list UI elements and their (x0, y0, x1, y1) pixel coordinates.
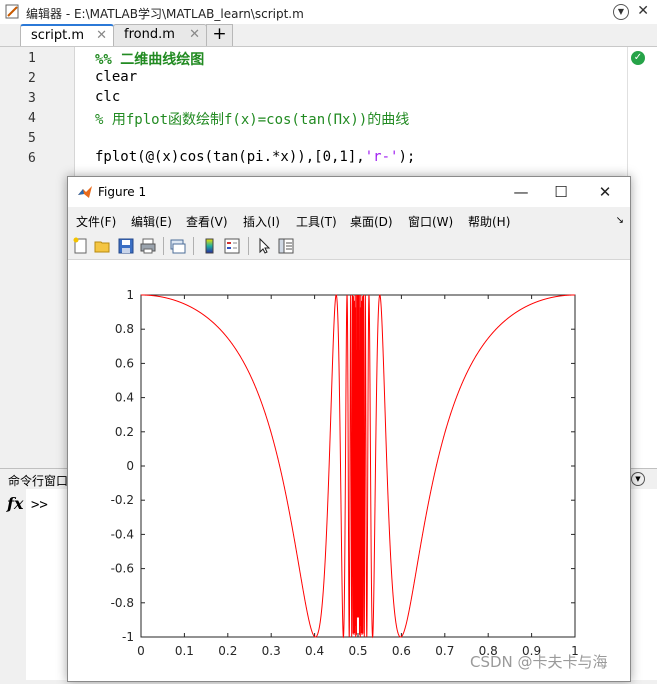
editor-close-icon[interactable]: ✕ (637, 3, 649, 19)
code-line-4[interactable]: % 用fplot函数绘制f(x)=cos(tan(Πx))的曲线 (95, 109, 409, 129)
line-number: 5 (28, 131, 36, 146)
close-button[interactable]: ✕ (592, 181, 618, 203)
editor-app-icon (5, 4, 19, 19)
y-tick-label: 0.6 (115, 356, 134, 370)
maximize-button[interactable]: ☐ (548, 181, 574, 203)
save-icon[interactable] (117, 237, 135, 255)
line-number-gutter: 1 2 3 4 5 6 (0, 47, 75, 469)
x-tick-label: 0.3 (262, 644, 281, 658)
print-icon[interactable] (139, 237, 157, 255)
tab-frond[interactable]: frond.m ✕ (113, 24, 207, 46)
function-browser-icon[interactable]: fx (7, 494, 23, 513)
x-tick-label: 0.4 (305, 644, 324, 658)
new-figure-icon[interactable] (72, 237, 90, 255)
edit-plot-cursor-icon[interactable] (256, 237, 274, 255)
code-line-2[interactable]: clear (95, 69, 137, 85)
figure-menubar: 文件(F) 编辑(E) 查看(V) 插入(I) 工具(T) 桌面(D) 窗口(W… (68, 207, 630, 233)
code-fplot-call: fplot(@(x)cos(tan(pi.*x)),[0,1], (95, 149, 365, 165)
editor-options-icon[interactable]: ▼ (613, 4, 629, 20)
line-number: 4 (28, 111, 36, 126)
tab-script[interactable]: script.m ✕ (20, 24, 114, 48)
code-line-end: ); (398, 149, 416, 165)
code-string-literal: 'r-' (364, 149, 399, 165)
x-tick-label: 0.2 (218, 644, 237, 658)
matlab-logo-icon (78, 186, 92, 198)
x-tick-label: 0.6 (392, 644, 411, 658)
x-tick-label: 0 (137, 644, 145, 658)
minimize-button[interactable]: — (508, 181, 534, 203)
menu-insert[interactable]: 插入(I) (243, 213, 280, 230)
command-window-options-icon[interactable]: ▼ (631, 472, 645, 486)
figure-titlebar[interactable]: Figure 1 — ☐ ✕ (68, 177, 630, 207)
figure-title: Figure 1 (98, 185, 147, 199)
toolbar-separator (248, 237, 249, 255)
menu-tools[interactable]: 工具(T) (296, 213, 337, 230)
figure-window[interactable]: Figure 1 — ☐ ✕ 文件(F) 编辑(E) 查看(V) 插入(I) 工… (67, 176, 631, 682)
menu-help[interactable]: 帮助(H) (468, 213, 510, 230)
property-inspector-icon[interactable] (277, 237, 295, 255)
tab-frond-label: frond.m (124, 27, 175, 42)
legend-icon[interactable] (223, 237, 241, 255)
code-analyzer-ok-icon[interactable]: ✓ (631, 51, 645, 65)
command-window-title: 命令行窗口 (8, 474, 69, 488)
plot-area[interactable]: 0 0.1 0.2 0.3 0.4 0.5 0.6 0.7 0.8 0.9 1 -1-0.8-0.6… (68, 260, 630, 681)
menu-desktop[interactable]: 桌面(D) (350, 213, 393, 230)
fx-column: fx (0, 489, 26, 680)
y-tick-label: -1 (122, 630, 134, 644)
tab-script-label: script.m (31, 28, 85, 43)
y-tick-label: 1 (126, 288, 134, 302)
line-number: 1 (28, 51, 36, 66)
menu-window[interactable]: 窗口(W) (408, 213, 453, 230)
link-plot-icon[interactable] (169, 237, 187, 255)
watermark: CSDN @卡夫卡与海 (470, 653, 608, 671)
figure-canvas[interactable]: 0 0.1 0.2 0.3 0.4 0.5 0.6 0.7 0.8 0.9 1 -1 -0.8 -0.6… (68, 260, 630, 681)
toolbar-separator (193, 237, 194, 255)
editor-titlebar: 编辑器 - E:\MATLAB学习\MATLAB_learn\script.m … (0, 0, 657, 25)
y-tick-label: 0 (126, 459, 134, 473)
menu-view[interactable]: 查看(V) (186, 213, 228, 230)
y-tick-label: -0.4 (111, 527, 134, 541)
line-number: 3 (28, 91, 36, 106)
code-line-6[interactable]: fplot(@(x)cos(tan(pi.*x)),[0,1],'r-'); (95, 149, 415, 165)
menu-overflow-icon[interactable]: ↘ (616, 215, 624, 226)
y-tick-label: 0.8 (115, 322, 134, 336)
code-line-3[interactable]: clc (95, 89, 120, 105)
y-tick-label: -0.8 (111, 596, 134, 610)
menu-edit[interactable]: 编辑(E) (131, 213, 172, 230)
x-tick-label: 0.1 (175, 644, 194, 658)
y-tick-label: 0.4 (115, 391, 134, 405)
tab-script-close-icon[interactable]: ✕ (96, 26, 107, 46)
add-tab-button[interactable]: + (206, 24, 233, 46)
x-tick-label: 0.7 (435, 644, 454, 658)
y-tick-label: -0.6 (111, 562, 134, 576)
open-file-icon[interactable] (94, 237, 112, 255)
colorbar-icon[interactable] (201, 237, 219, 255)
x-tick-label: 0.5 (348, 644, 367, 658)
menu-file[interactable]: 文件(F) (76, 213, 116, 230)
command-prompt[interactable]: >> (31, 497, 48, 513)
code-line-1[interactable]: %% 二维曲线绘图 (95, 49, 204, 69)
tab-frond-close-icon[interactable]: ✕ (189, 25, 200, 45)
line-number: 2 (28, 71, 36, 86)
y-tick-label: 0.2 (115, 425, 134, 439)
line-number: 6 (28, 151, 36, 166)
toolbar-separator (163, 237, 164, 255)
editor-title: 编辑器 - E:\MATLAB学习\MATLAB_learn\script.m (26, 7, 304, 21)
y-tick-label: -0.2 (111, 493, 134, 507)
figure-toolbar (68, 233, 630, 260)
